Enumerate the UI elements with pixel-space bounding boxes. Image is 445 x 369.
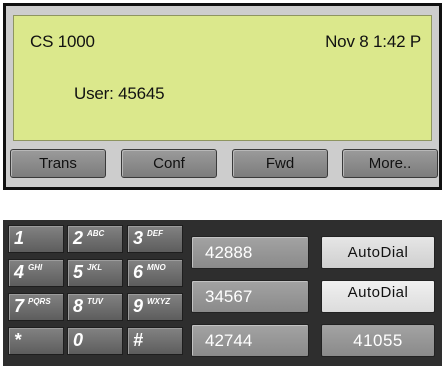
digit-letters: ABC xyxy=(87,229,105,238)
digit-key-star[interactable]: * xyxy=(8,327,64,355)
lcd-title: CS 1000 xyxy=(30,32,95,51)
digit-letters: GHI xyxy=(28,263,43,272)
digit-label: 8 xyxy=(73,296,84,316)
digit-label: 2 xyxy=(73,228,84,248)
softkey-fwd[interactable]: Fwd xyxy=(232,149,328,178)
softkey-conf[interactable]: Conf xyxy=(121,149,217,178)
digit-key-7[interactable]: 7 PQRS xyxy=(8,293,64,321)
digit-key-3[interactable]: 3 DEF xyxy=(127,225,183,253)
digit-key-2[interactable]: 2 ABC xyxy=(67,225,123,253)
digit-letters: JKL xyxy=(87,263,103,272)
autodial-key-1[interactable]: AutoDial xyxy=(321,236,435,269)
digit-key-9[interactable]: 9 WXYZ xyxy=(127,293,183,321)
digit-label: 5 xyxy=(73,262,84,282)
lcd-datetime: Nov 8 1:42 P xyxy=(325,32,421,51)
digit-label: 4 xyxy=(14,262,25,282)
digit-key-6[interactable]: 6 MNO xyxy=(127,259,183,287)
digit-label: 0 xyxy=(73,330,84,350)
digit-key-1[interactable]: 1 xyxy=(8,225,64,253)
digit-label: # xyxy=(133,330,144,350)
speed-dial-key-41055[interactable]: 41055 xyxy=(321,324,435,357)
memory-key-3[interactable]: 42744 xyxy=(191,324,309,357)
display-panel: CS 1000 Nov 8 1:42 P User: 45645 Trans C… xyxy=(3,3,442,190)
lcd-screen: CS 1000 Nov 8 1:42 P User: 45645 xyxy=(13,15,432,141)
digit-key-8[interactable]: 8 TUV xyxy=(67,293,123,321)
keypad-panel: 1 2 ABC 3 DEF 4 GHI 5 JKL 6 MNO 7 PQRS 8 TUV 9W… xyxy=(3,220,442,366)
digit-label: * xyxy=(14,330,22,350)
memory-key-1[interactable]: 42888 xyxy=(191,236,309,269)
lcd-user-line: User: 45645 xyxy=(74,84,165,103)
digit-key-4[interactable]: 4 GHI xyxy=(8,259,64,287)
digit-letters: PQRS xyxy=(28,297,51,306)
digit-label: 3 xyxy=(133,228,144,248)
digit-label: 1 xyxy=(14,228,25,248)
autodial-key-2[interactable]: AutoDial xyxy=(321,280,435,313)
digit-letters: TUV xyxy=(87,297,103,306)
digit-letters: WXYZ xyxy=(147,297,171,306)
digit-letters: MNO xyxy=(147,263,166,272)
display-bezel: CS 1000 Nov 8 1:42 P User: 45645 Trans C… xyxy=(6,6,439,187)
digit-key-hash[interactable]: # xyxy=(127,327,183,355)
digit-key-5[interactable]: 5 JKL xyxy=(67,259,123,287)
digit-key-0[interactable]: 0 xyxy=(67,327,123,355)
softkey-trans[interactable]: Trans xyxy=(10,149,106,178)
digit-letters: DEF xyxy=(147,229,163,238)
digit-label: 6 xyxy=(133,262,144,282)
memory-key-2[interactable]: 34567 xyxy=(191,280,309,313)
softkey-more[interactable]: More.. xyxy=(342,149,438,178)
digit-label: 7 xyxy=(14,296,25,316)
digit-label: 9 xyxy=(133,296,144,316)
